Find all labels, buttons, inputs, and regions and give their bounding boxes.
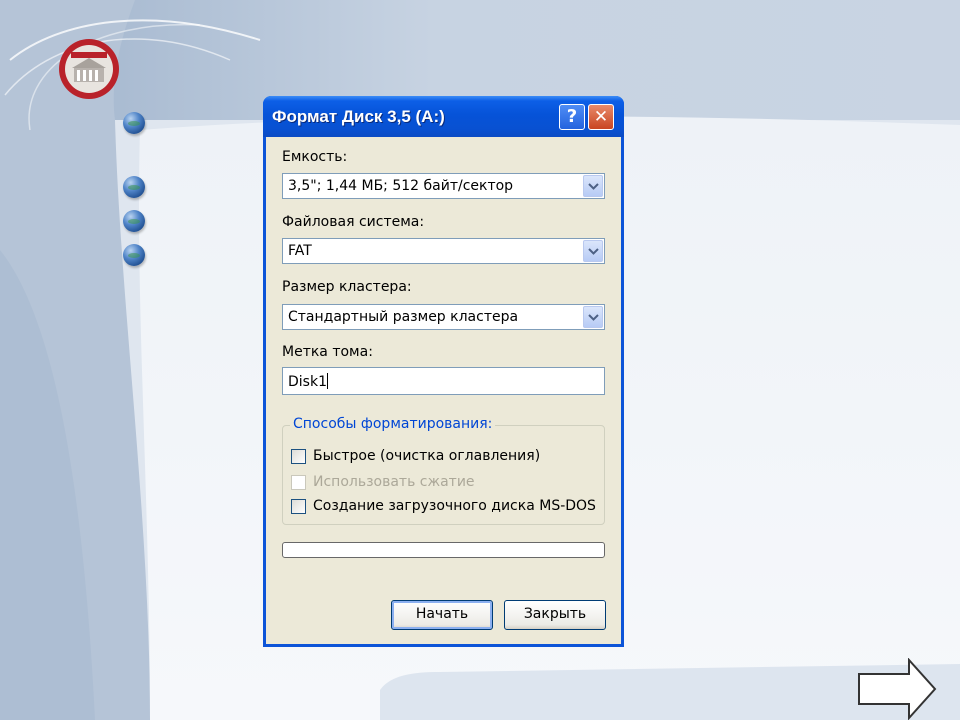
capacity-select[interactable]: 3,5"; 1,44 МБ; 512 байт/сектор <box>282 173 605 199</box>
compression-checkbox <box>291 475 306 490</box>
bullet-icon <box>123 210 145 232</box>
volume-label-input[interactable]: Disk1 <box>282 367 605 395</box>
quick-format-checkbox[interactable] <box>291 449 306 464</box>
chevron-down-icon[interactable] <box>583 175 603 197</box>
start-button[interactable]: Начать <box>391 600 493 630</box>
cluster-select[interactable]: Стандартный размер кластера <box>282 304 605 330</box>
chevron-down-icon[interactable] <box>583 240 603 262</box>
boot-disk-label[interactable]: Создание загрузочного диска MS-DOS <box>313 498 596 514</box>
dialog-titlebar[interactable]: Формат Диск 3,5 (A:) ? ✕ <box>263 96 624 137</box>
volume-label-text: Disk1 <box>288 373 328 390</box>
format-options-title: Способы форматирования: <box>290 416 496 432</box>
bullet-icon <box>123 112 145 134</box>
cluster-value: Стандартный размер кластера <box>288 309 519 325</box>
university-logo-icon <box>59 39 119 99</box>
capacity-value: 3,5"; 1,44 МБ; 512 байт/сектор <box>288 178 514 194</box>
filesystem-label: Файловая система: <box>282 214 425 230</box>
volume-label-value: Disk1 <box>288 374 327 390</box>
close-button[interactable]: Закрыть <box>504 600 606 630</box>
compression-label: Использовать сжатие <box>313 474 475 490</box>
chevron-down-icon[interactable] <box>583 306 603 328</box>
capacity-label: Емкость: <box>282 149 348 165</box>
bullet-icon <box>123 244 145 266</box>
format-progress-bar <box>282 542 605 558</box>
cluster-label: Размер кластера: <box>282 279 412 295</box>
dialog-title: Формат Диск 3,5 (A:) <box>272 107 445 126</box>
format-options-group: Способы форматирования: Быстрое (очистка… <box>282 416 605 525</box>
text-caret <box>326 373 328 389</box>
quick-format-label[interactable]: Быстрое (очистка оглавления) <box>313 448 540 464</box>
format-disk-dialog: Формат Диск 3,5 (A:) ? ✕ Емкость: 3,5"; … <box>263 96 624 647</box>
filesystem-value: FAT <box>288 243 312 259</box>
close-icon[interactable]: ✕ <box>588 104 614 130</box>
bullet-icon <box>123 176 145 198</box>
filesystem-select[interactable]: FAT <box>282 238 605 264</box>
boot-disk-checkbox[interactable] <box>291 499 306 514</box>
help-button[interactable]: ? <box>559 104 585 130</box>
next-arrow-icon[interactable] <box>857 658 939 720</box>
volume-label: Метка тома: <box>282 344 373 360</box>
dialog-client-area: Емкость: 3,5"; 1,44 МБ; 512 байт/сектор … <box>266 137 621 644</box>
